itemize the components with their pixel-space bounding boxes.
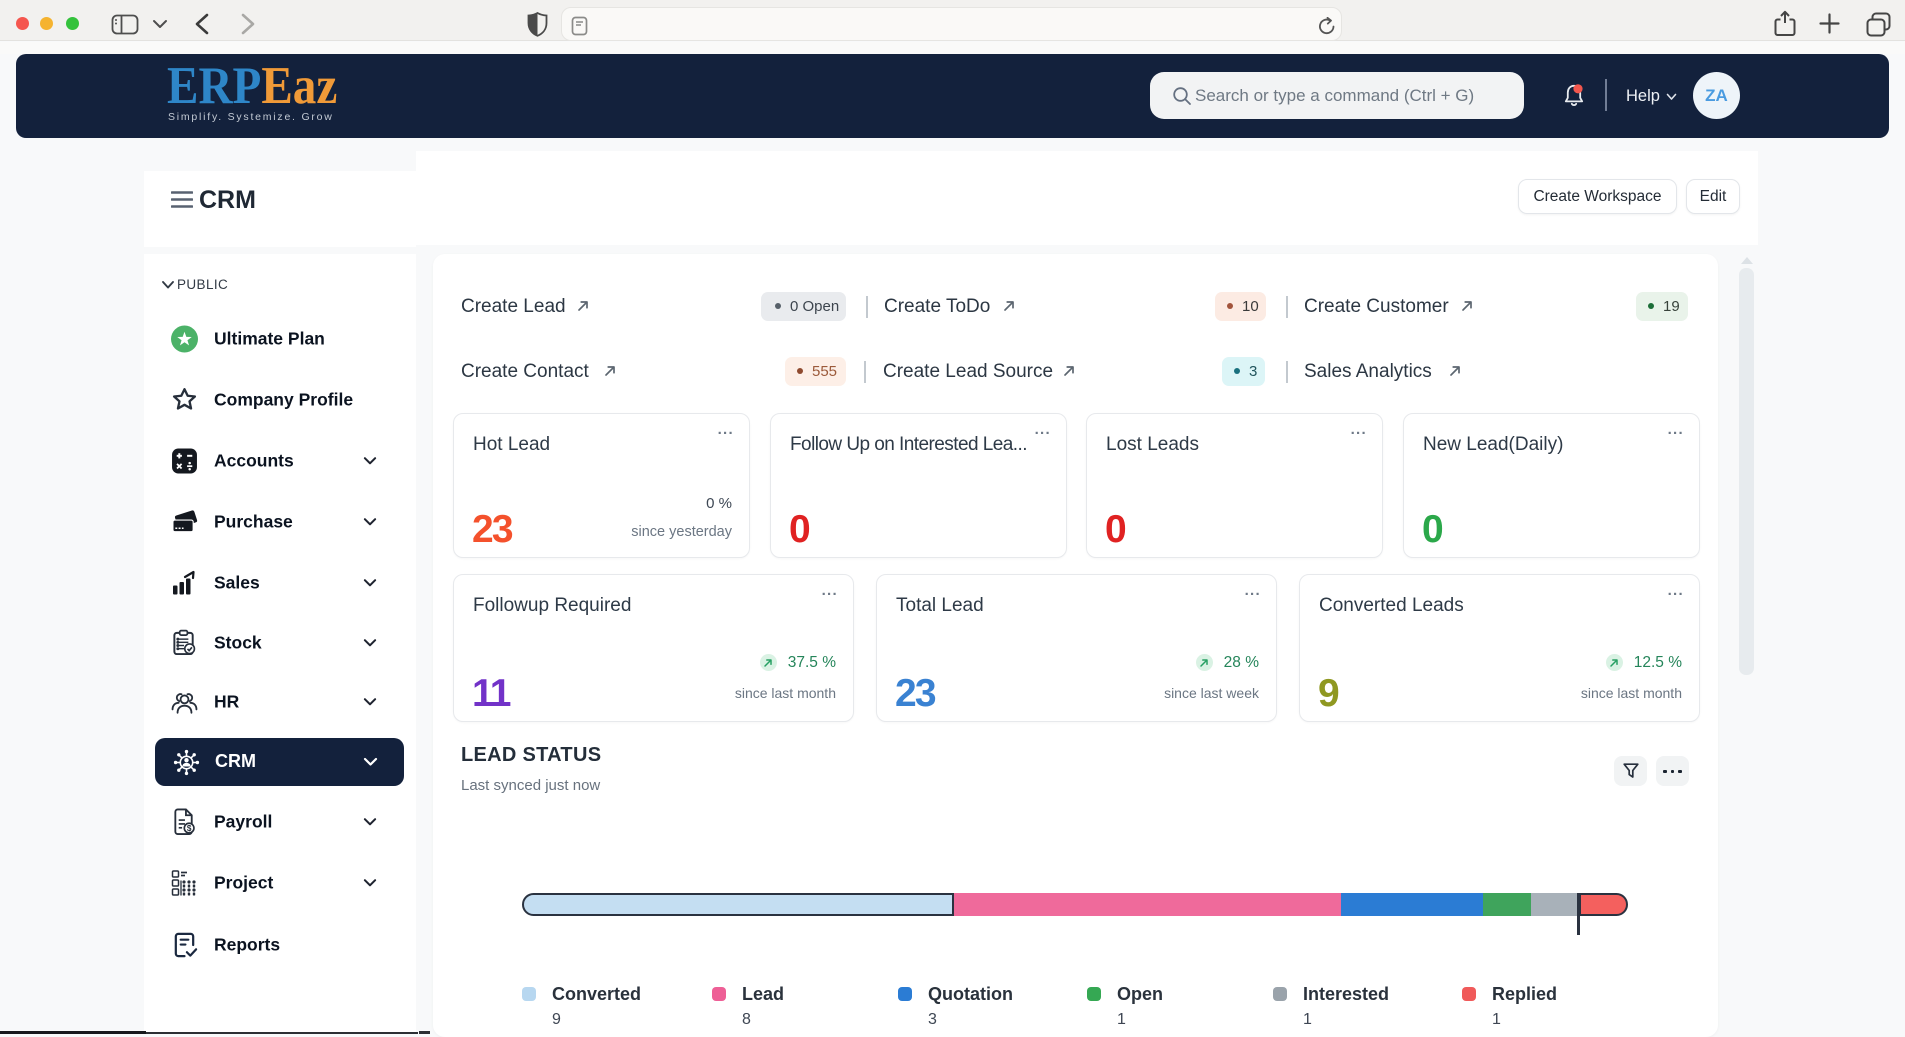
svg-text:$: $ [187, 824, 192, 833]
